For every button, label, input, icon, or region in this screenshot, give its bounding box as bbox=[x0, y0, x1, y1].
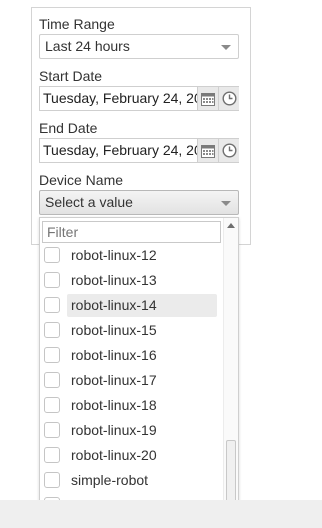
time-range-label: Time Range bbox=[39, 16, 115, 32]
device-name-placeholder: Select a value bbox=[45, 194, 133, 210]
list-item[interactable]: robot-linux-16 bbox=[40, 344, 223, 369]
scroll-up-arrow-icon[interactable] bbox=[227, 223, 235, 228]
device-name-select[interactable]: Select a value bbox=[39, 190, 239, 215]
checkbox[interactable] bbox=[44, 347, 60, 363]
calendar-icon bbox=[201, 144, 215, 158]
end-date-value[interactable]: Tuesday, February 24, 2026 bbox=[40, 139, 197, 162]
list-item[interactable]: simple-robot bbox=[40, 469, 223, 494]
calendar-icon bbox=[201, 92, 215, 106]
option-label: simple-robot bbox=[71, 472, 149, 488]
dropdown-scrollbar[interactable] bbox=[223, 218, 238, 519]
start-date-field[interactable]: Tuesday, February 24, 2026 bbox=[39, 86, 239, 111]
option-label: robot-linux-20 bbox=[71, 447, 157, 463]
device-option-list: robot-linux-12 robot-linux-13 robot-linu… bbox=[40, 244, 223, 519]
end-date-calendar-button[interactable] bbox=[197, 139, 218, 162]
end-date-label: End Date bbox=[39, 120, 98, 136]
option-label: robot-linux-17 bbox=[71, 372, 157, 388]
start-date-value[interactable]: Tuesday, February 24, 2026 bbox=[40, 87, 197, 110]
start-date-calendar-button[interactable] bbox=[197, 87, 218, 110]
option-label: robot-linux-19 bbox=[71, 422, 157, 438]
checkbox[interactable] bbox=[44, 447, 60, 463]
page-footer-strip bbox=[0, 500, 322, 528]
option-label: robot-linux-16 bbox=[71, 347, 157, 363]
list-item[interactable]: robot-linux-19 bbox=[40, 419, 223, 444]
option-label: robot-linux-12 bbox=[71, 247, 157, 263]
option-label: robot-linux-13 bbox=[71, 272, 157, 288]
checkbox[interactable] bbox=[44, 472, 60, 488]
chevron-down-icon bbox=[221, 45, 231, 50]
checkbox[interactable] bbox=[44, 322, 60, 338]
start-date-clock-button[interactable] bbox=[218, 87, 239, 110]
list-item[interactable]: robot-linux-18 bbox=[40, 394, 223, 419]
checkbox[interactable] bbox=[44, 272, 60, 288]
list-item[interactable]: robot-linux-15 bbox=[40, 319, 223, 344]
list-item[interactable]: robot-linux-12 bbox=[40, 244, 223, 269]
list-item[interactable]: robot-linux-14 bbox=[40, 294, 223, 319]
list-item[interactable]: robot-linux-20 bbox=[40, 444, 223, 469]
checkbox[interactable] bbox=[44, 422, 60, 438]
end-date-clock-button[interactable] bbox=[218, 139, 239, 162]
checkbox[interactable] bbox=[44, 397, 60, 413]
end-date-field[interactable]: Tuesday, February 24, 2026 bbox=[39, 138, 239, 163]
checkbox[interactable] bbox=[44, 372, 60, 388]
list-item[interactable]: robot-linux-17 bbox=[40, 369, 223, 394]
option-label: robot-linux-14 bbox=[67, 294, 217, 317]
list-item[interactable]: robot-linux-13 bbox=[40, 269, 223, 294]
filter-input[interactable] bbox=[42, 221, 221, 243]
scrollbar-thumb[interactable] bbox=[226, 440, 236, 504]
option-label: robot-linux-15 bbox=[71, 322, 157, 338]
checkbox[interactable] bbox=[44, 297, 60, 313]
clock-icon bbox=[221, 91, 237, 106]
device-name-dropdown: robot-linux-12 robot-linux-13 robot-linu… bbox=[39, 217, 239, 520]
option-label: robot-linux-18 bbox=[71, 397, 157, 413]
device-name-label: Device Name bbox=[39, 172, 124, 188]
time-range-value: Last 24 hours bbox=[45, 38, 130, 54]
time-range-select[interactable]: Last 24 hours bbox=[39, 34, 239, 59]
chevron-down-icon bbox=[221, 201, 231, 206]
checkbox[interactable] bbox=[44, 247, 60, 263]
clock-icon bbox=[221, 143, 237, 158]
start-date-label: Start Date bbox=[39, 68, 103, 84]
